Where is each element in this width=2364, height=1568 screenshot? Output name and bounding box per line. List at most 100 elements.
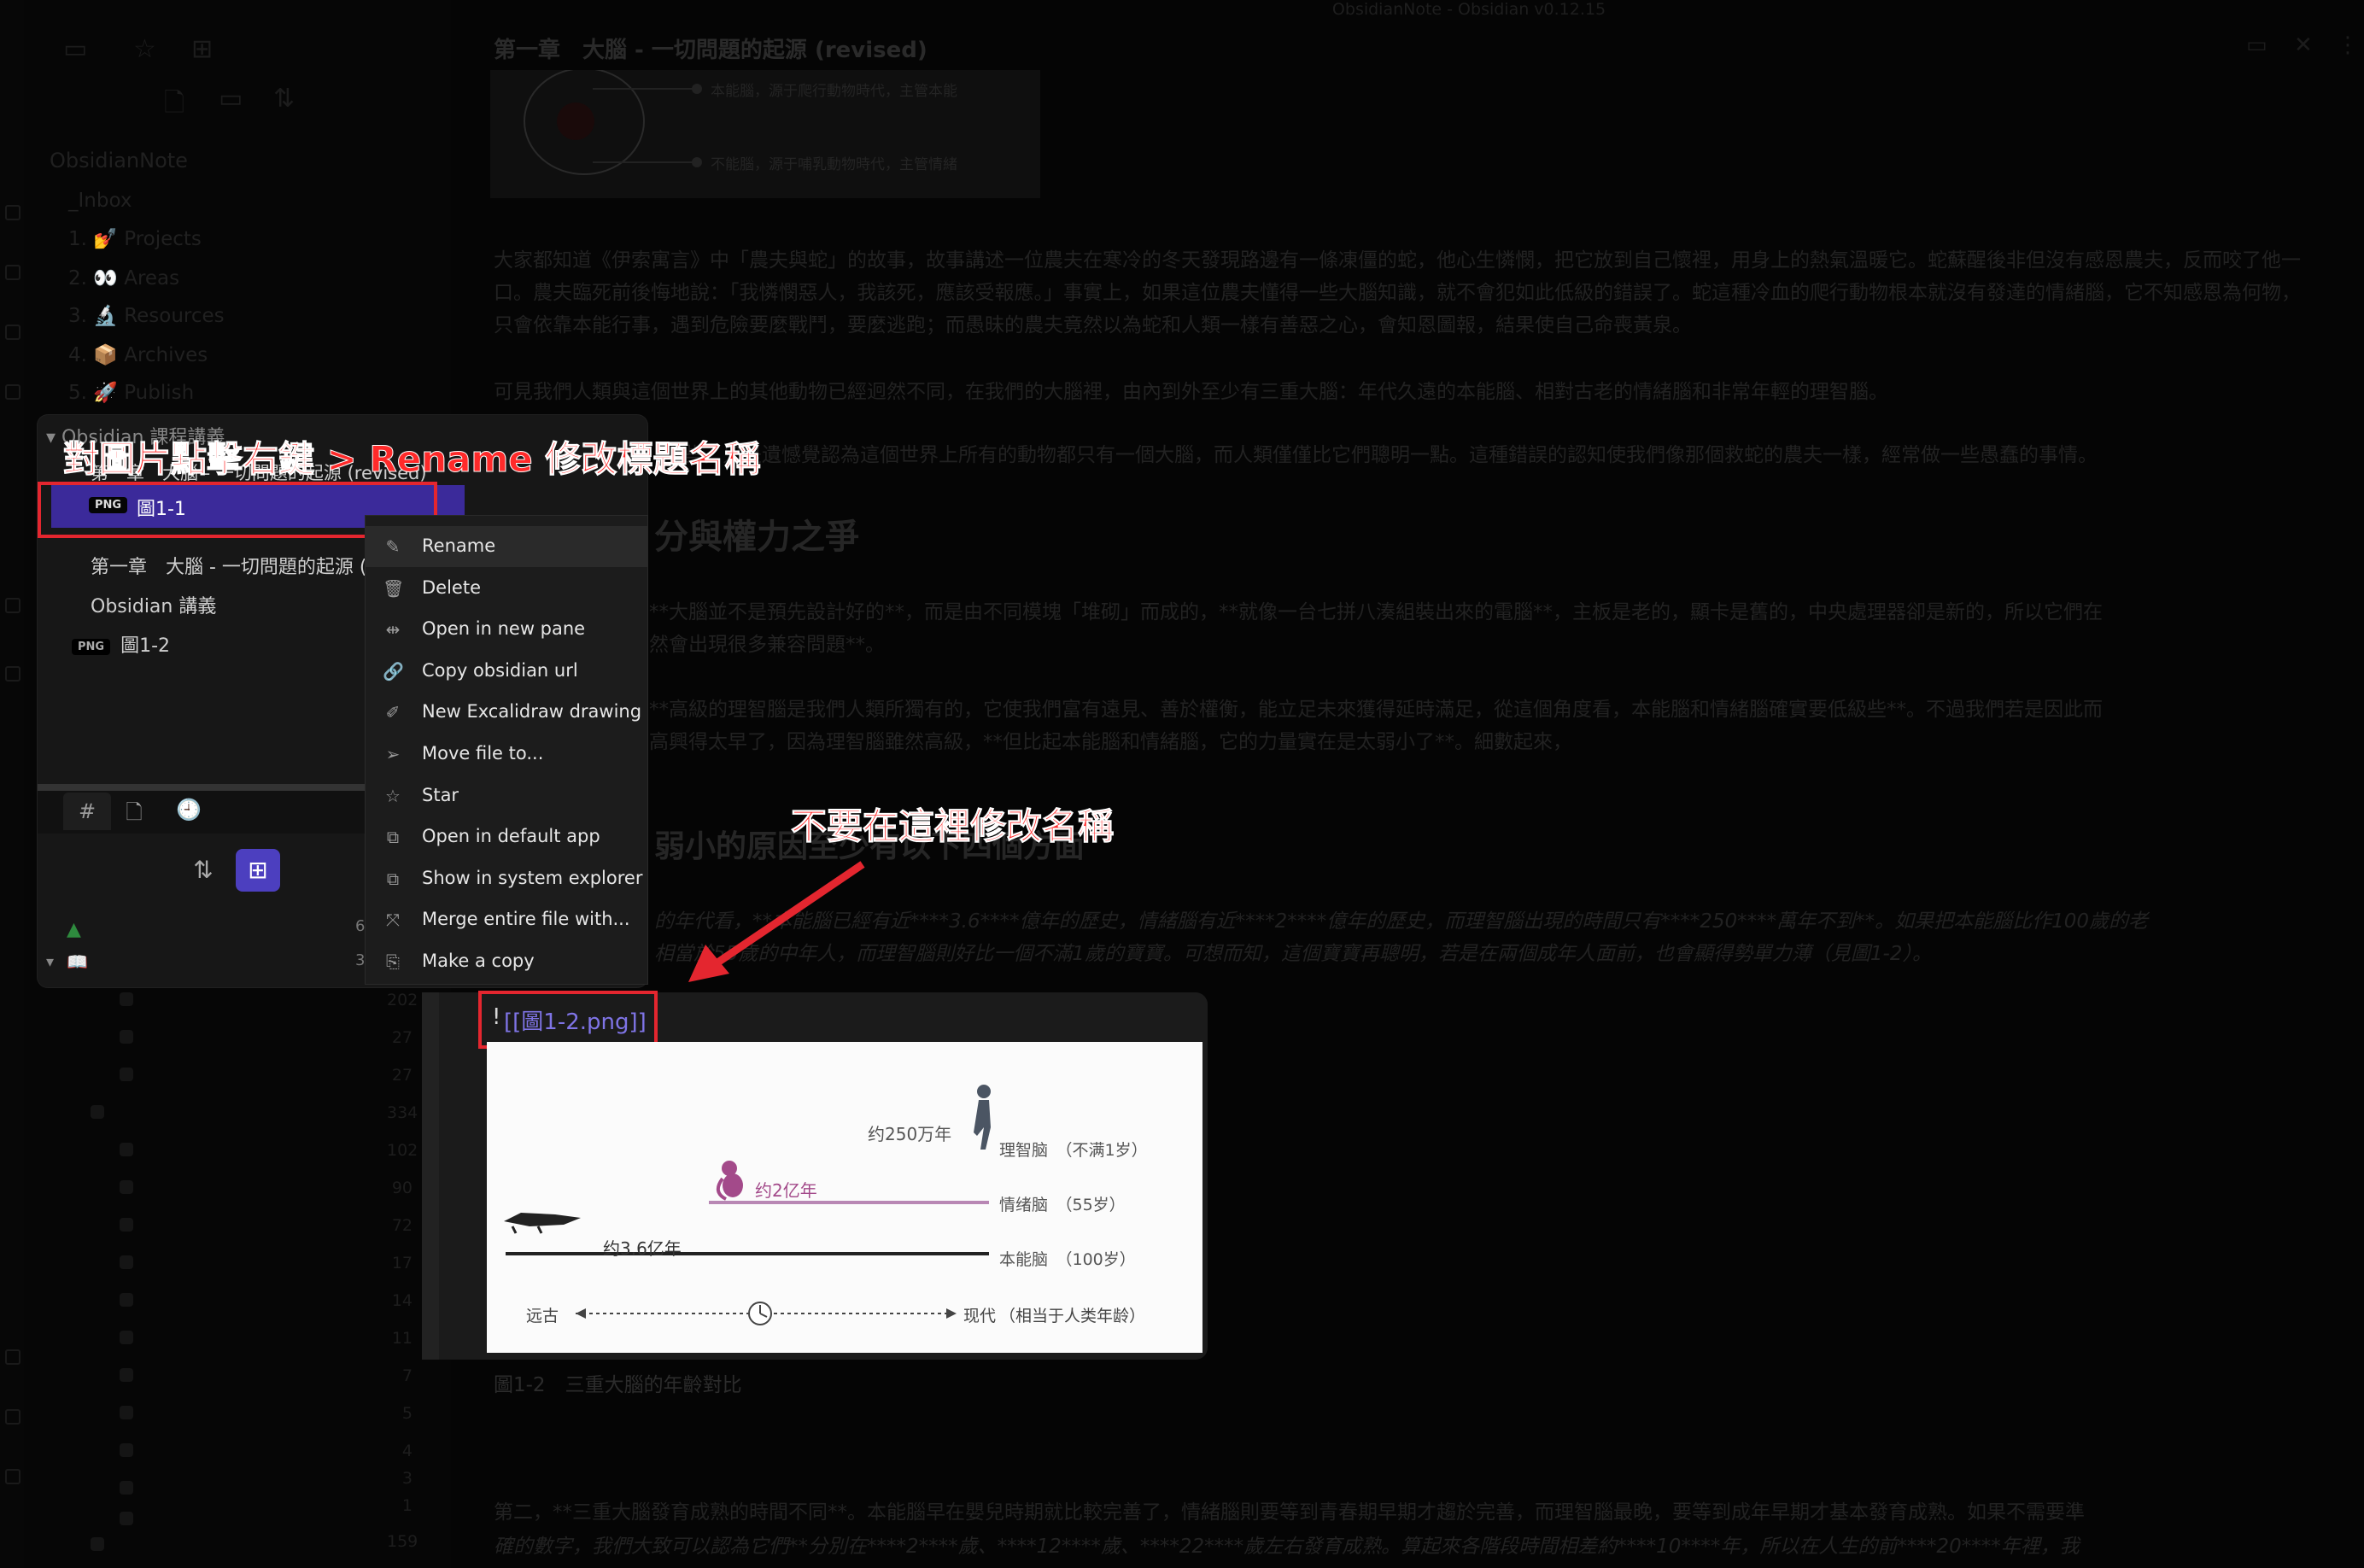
excalidraw-icon: ✐ [385,702,401,723]
menu-item-copy-obsidian-url[interactable]: 🔗 Copy obsidian url [366,651,647,692]
tag-icon [120,1218,133,1232]
tag-count: 102 [387,1141,418,1160]
paragraph-6b: 相當於55歲的中年人，而理智腦則好比一個不滿1歲的寶寶。可想而知，這個寶寶再聰明… [654,943,1932,965]
folder-resources[interactable]: 3. 🔬 Resources [68,304,225,327]
sort-icon[interactable]: ⇅ [273,84,295,114]
paragraph-5: **高級的理智腦是我們人類所獨有的，它使我們富有遠見、善於權衡，能立足未來獲得延… [649,699,2103,721]
menu-item-label: Rename [422,535,496,556]
menu-item-star[interactable]: ☆ Star [366,775,647,816]
menu-item-merge-entire-file-with[interactable]: ⤧ Merge entire file with... [366,899,647,940]
tag-count: 334 [387,1103,418,1122]
label-250-wan: 约250万年 [868,1124,952,1144]
paragraph-4: **大腦並不是預先設計好的**，而是由不同模塊「堆砌」而成的，**就像一台七拼八… [649,601,2103,623]
paragraph-2: 可見我們人類與這個世界上的其他動物已經迥然不同，在我們的大腦裡，由內到外至少有三… [494,381,1888,403]
external-app-icon: ⧉ [386,827,400,848]
new-folder-icon[interactable]: ▭ [219,84,243,114]
png-badge: PNG [72,638,111,655]
folder-areas[interactable]: 2. 👀 Areas [68,266,179,290]
link-icon: 🔗 [383,660,404,682]
chevron-down-icon: ▾ [46,427,62,448]
tag-icon [120,1180,133,1194]
menu-item-label: Make a copy [422,951,535,971]
paragraph-7: 第二，**三重大腦發育成熟的時間不同**。本能腦早在嬰兒時期就比較完善了，情緒腦… [494,1501,2085,1524]
three-brains-age-chart: 约250万年 约2亿年 约3.6亿年 理智脑 （不满1岁） 情绪脑 （55岁） … [487,1042,1202,1353]
tag-icon [91,1105,104,1119]
note-title: 第一章 大腦 - 一切問題的起源 (revised) [494,38,927,63]
chevron-down-icon[interactable]: ▾ [46,953,54,971]
vault-name: ObsidianNote [50,149,188,173]
menu-item-label: Show in system explorer [422,867,643,888]
reading-mode-icon[interactable]: ▭ [2246,32,2267,58]
tag-count: 6 [355,917,366,935]
tag-count: 90 [391,1179,413,1197]
graph-icon[interactable] [5,325,20,340]
menu-item-move-file-to[interactable]: ➢ Move file to... [366,734,647,775]
folder-icon[interactable]: ▭ [63,34,87,64]
paragraph-1: 大家都知道《伊索寓言》中「農夫與蛇」的故事，故事講述一位農夫在寒冷的冬天發現路邊… [494,249,2301,336]
crocodile-icon [504,1213,581,1234]
sort-icon[interactable]: ⇅ [181,849,225,892]
file-icon[interactable]: 🗋 [120,798,149,824]
close-pane-icon[interactable]: ✕ [2294,32,2313,58]
menu-item-make-a-copy[interactable]: ⎘ Make a copy [366,941,647,982]
menu-item-open-in-new-pane[interactable]: ⇹ Open in new pane [366,609,647,650]
folder-publish[interactable]: 5. 🚀 Publish [68,381,194,404]
paragraph-4b: 然會出現很多兼容問題**。 [649,634,885,656]
tag-icon [120,1293,133,1307]
trash-icon: 🗑 [383,577,405,599]
tag-icon [120,1068,133,1081]
tree-view-toggle-icon[interactable]: ⊞ [236,849,280,892]
split-pane-icon: ⇹ [385,619,401,641]
section-heading-1: 分與權力之爭 [654,518,859,557]
tag-icon [120,1030,133,1044]
menu-item-new-excalidraw-drawing[interactable]: ✐ New Excalidraw drawing [366,692,647,733]
star-icon: ☆ [385,785,401,806]
send-icon: ➢ [385,744,401,764]
label-ancient: 远古 [526,1307,559,1325]
recent-files-icon[interactable]: 🕘 [174,798,203,823]
tag-count: 11 [391,1329,413,1348]
paragraph-6: 的年代看，**本能腦已經有近****3.6****億年的歷史，情緒腦有近****… [654,910,2149,933]
merge-icon: ⤧ [386,910,400,931]
embed-gutter [422,992,439,1360]
tag-icon [120,1143,133,1156]
menu-item-label: Delete [422,576,481,598]
menu-item-label: Open in default app [422,826,600,847]
folder-archives[interactable]: 4. 📦 Archives [68,343,208,366]
more-options-icon[interactable]: ⋮ [2337,32,2359,58]
tag-count: 159 [387,1532,418,1551]
template-icon[interactable] [5,384,20,400]
folder-inbox[interactable]: _Inbox [68,190,132,212]
paragraph-5b: 高興得太早了，因為理智腦雖然高級，**但比起本能腦和情緒腦，它的力量實在是太弱小… [649,731,1572,753]
menu-item-rename[interactable]: ✎ Rename [366,526,647,567]
tag-pane-tab[interactable]: # [63,793,111,830]
pencil-icon: ✎ [385,536,401,557]
menu-item-delete[interactable]: 🗑 Delete [366,568,647,609]
vault-icon[interactable] [5,1349,20,1365]
callout-top: 對圖片點擊右鍵 > Rename 修改標題名稱 [62,438,761,481]
folder-projects[interactable]: 1. 💅 Projects [68,227,202,250]
star-icon[interactable]: ☆ [133,34,156,64]
copy-icon: ⎘ [386,951,400,972]
file-icon[interactable] [5,205,20,220]
publish-icon[interactable] [5,666,20,682]
tag-icon [120,1481,133,1495]
image-label-2: 不能腦，源于哺乳動物時代，主管情緒 [711,156,957,173]
label-emotional: 情绪脑 （55岁） [999,1196,1126,1214]
search-icon[interactable] [5,598,20,613]
embed-link-highlight [478,991,658,1049]
menu-item-open-in-default-app[interactable]: ⧉ Open in default app [366,816,647,857]
help-icon[interactable] [5,1409,20,1425]
tag-count: 4 [401,1442,413,1460]
menu-item-show-in-system-explorer[interactable]: ⧉ Show in system explorer [366,858,647,899]
calendar-icon[interactable] [5,265,20,280]
file-item-png-1-2-label: 圖1-2 [120,635,171,657]
tag-count: 5 [401,1404,413,1423]
tag-icon [120,1443,133,1457]
tag-count: 14 [391,1291,413,1310]
new-note-icon[interactable]: 🗋 [164,84,184,127]
label-human-age: （相当于人类年龄） [999,1307,1146,1325]
panel-icon[interactable]: ⊞ [191,34,213,64]
callout-bottom: 不要在這裡修改名稱 [790,805,1115,848]
settings-icon[interactable] [5,1469,20,1484]
